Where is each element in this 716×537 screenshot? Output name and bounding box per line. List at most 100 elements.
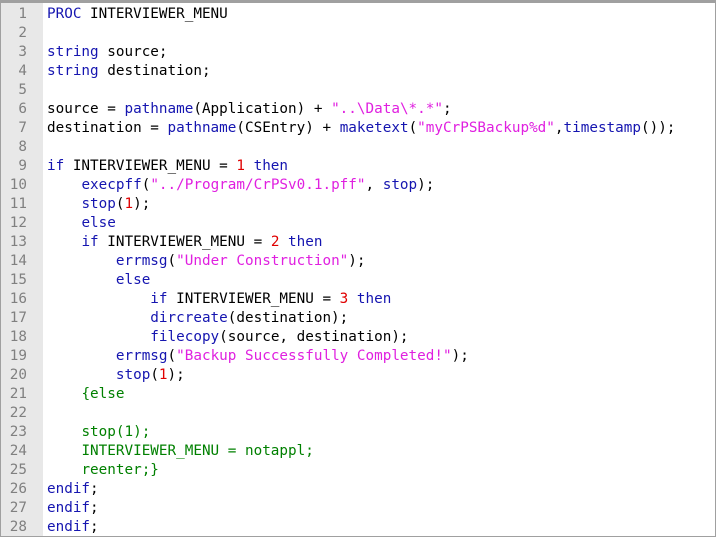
- code-text: execpff("../Program/CrPSv0.1.pff", stop)…: [47, 176, 434, 195]
- token-plain: (source, destination);: [219, 329, 409, 345]
- token-keyword: pathname: [124, 101, 194, 117]
- code-text: stop(1);: [47, 195, 150, 214]
- line-number: 6: [18, 101, 27, 117]
- token-keyword: stop: [115, 367, 151, 383]
- code-line[interactable]: 18 filecopy(source, destination);: [1, 328, 715, 347]
- token-plain: (destination);: [227, 310, 349, 326]
- code-line[interactable]: 8: [1, 138, 715, 157]
- token-string: "../Program/CrPSv0.1.pff": [150, 177, 366, 193]
- token-keyword: endif: [47, 500, 91, 516]
- token-plain: (: [167, 253, 177, 269]
- token-plain: );: [451, 348, 469, 364]
- token-plain: source =: [47, 101, 125, 117]
- code-line[interactable]: 21 {else: [1, 385, 715, 404]
- line-number: 9: [18, 158, 27, 174]
- code-line[interactable]: 12 else: [1, 214, 715, 233]
- code-text: else: [47, 214, 115, 233]
- code-line[interactable]: 17 dircreate(destination);: [1, 309, 715, 328]
- token-plain: source;: [98, 44, 168, 60]
- token-keyword: else: [115, 272, 151, 288]
- line-number: 12: [9, 215, 27, 231]
- code-line[interactable]: 7 destination = pathname(CSEntry) + maket…: [1, 119, 715, 138]
- code-line[interactable]: 11 stop(1);: [1, 195, 715, 214]
- line-number: 22: [9, 405, 27, 421]
- line-number: 24: [9, 443, 27, 459]
- code-line[interactable]: 27 endif;: [1, 499, 715, 518]
- code-line[interactable]: 19 errmsg("Backup Successfully Completed…: [1, 347, 715, 366]
- token-plain: );: [133, 196, 151, 212]
- token-keyword: then: [356, 291, 392, 307]
- token-plain: (: [408, 120, 418, 136]
- code-line[interactable]: 20 stop(1);: [1, 366, 715, 385]
- code-text: endif;: [47, 499, 99, 518]
- token-plain: (: [150, 367, 159, 383]
- line-number: 21: [9, 386, 27, 402]
- code-line[interactable]: 1 PROC INTERVIEWER_MENU: [1, 5, 715, 24]
- code-text: reenter;}: [47, 461, 158, 480]
- token-keyword: if: [47, 158, 65, 174]
- code-line[interactable]: 14 errmsg("Under Construction");: [1, 252, 715, 271]
- code-line[interactable]: 10 execpff("../Program/CrPSv0.1.pff", st…: [1, 176, 715, 195]
- code-line[interactable]: 28 endif;: [1, 518, 715, 537]
- code-line[interactable]: 22: [1, 404, 715, 423]
- code-line[interactable]: 25 reenter;}: [1, 461, 715, 480]
- token-keyword: endif: [47, 481, 91, 497]
- code-editor[interactable]: 1 PROC INTERVIEWER_MENU 2 3 string source; 4 s…: [0, 0, 716, 537]
- code-line[interactable]: 13 if INTERVIEWER_MENU = 2 then: [1, 233, 715, 252]
- code-lines[interactable]: 1 PROC INTERVIEWER_MENU 2 3 string source; 4 s…: [1, 5, 715, 537]
- line-number: 15: [9, 272, 27, 288]
- line-number: 18: [9, 329, 27, 345]
- token-plain: INTERVIEWER_MENU =: [64, 158, 237, 174]
- token-plain: INTERVIEWER_MENU: [81, 6, 228, 22]
- token-number: 1: [124, 196, 134, 212]
- token-plain: (Application) +: [193, 101, 332, 117]
- code-line[interactable]: 16 if INTERVIEWER_MENU = 3 then: [1, 290, 715, 309]
- token-keyword: pathname: [167, 120, 237, 136]
- token-keyword: PROC: [47, 6, 82, 22]
- code-line[interactable]: 6 source = pathname(Application) + "..\Da…: [1, 100, 715, 119]
- code-line[interactable]: 23 stop(1);: [1, 423, 715, 442]
- code-line[interactable]: 24 INTERVIEWER_MENU = notappl;: [1, 442, 715, 461]
- line-number: 26: [9, 481, 27, 497]
- token-plain: ());: [640, 120, 676, 136]
- token-keyword: then: [288, 234, 323, 250]
- code-line[interactable]: 4 string destination;: [1, 62, 715, 81]
- line-number: 5: [18, 82, 27, 98]
- line-number: 8: [18, 139, 27, 155]
- token-keyword: execpff: [81, 177, 142, 193]
- code-line[interactable]: 9 if INTERVIEWER_MENU = 1 then: [1, 157, 715, 176]
- code-text: stop(1);: [47, 423, 150, 442]
- token-plain: );: [167, 367, 185, 383]
- code-text: destination = pathname(CSEntry) + makete…: [47, 119, 675, 138]
- line-number: 7: [18, 120, 27, 136]
- code-line[interactable]: 2: [1, 24, 715, 43]
- code-text: string destination;: [47, 62, 211, 81]
- token-string: "Under Construction": [176, 253, 349, 269]
- line-number: 28: [9, 519, 27, 535]
- line-number: 20: [9, 367, 27, 383]
- line-number: 3: [18, 44, 27, 60]
- code-line[interactable]: 3 string source;: [1, 43, 715, 62]
- code-line[interactable]: 5: [1, 81, 715, 100]
- code-text: INTERVIEWER_MENU = notappl;: [47, 442, 314, 461]
- code-text: PROC INTERVIEWER_MENU: [47, 5, 228, 24]
- code-line[interactable]: 15 else: [1, 271, 715, 290]
- token-comment: INTERVIEWER_MENU = notappl;: [81, 443, 314, 459]
- code-text: string source;: [47, 43, 168, 62]
- code-text: filecopy(source, destination);: [47, 328, 409, 347]
- line-number: 23: [9, 424, 27, 440]
- line-number: 1: [18, 6, 27, 22]
- token-plain: INTERVIEWER_MENU =: [167, 291, 340, 307]
- token-keyword: if: [150, 291, 168, 307]
- token-string: "..\Data\*.*": [331, 101, 443, 117]
- token-plain: );: [348, 253, 366, 269]
- token-plain: ;: [90, 481, 99, 497]
- token-string: "Backup Successfully Completed!": [176, 348, 452, 364]
- code-line[interactable]: 26 endif;: [1, 480, 715, 499]
